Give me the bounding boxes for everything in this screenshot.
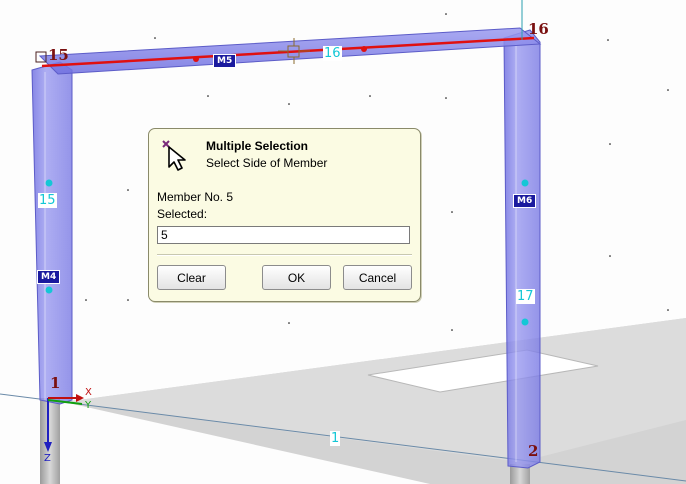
selection-cursor-icon (162, 140, 186, 171)
dialog-subtitle: Select Side of Member (206, 156, 328, 170)
clear-button[interactable]: Clear (157, 265, 226, 290)
number-label-17: 17 (516, 289, 535, 304)
axis-z-label: Z (44, 453, 51, 464)
node-label-16: 16 (528, 20, 549, 38)
member-m4[interactable] (31, 61, 73, 405)
dialog-title: Multiple Selection (206, 139, 309, 153)
node-dot (45, 179, 53, 187)
node-dot (521, 318, 529, 326)
multiple-selection-dialog: Multiple Selection Select Side of Member… (148, 128, 421, 302)
dialog-separator (157, 254, 412, 256)
cancel-button[interactable]: Cancel (343, 265, 412, 290)
node-label-15: 15 (48, 46, 69, 64)
axis-x-label: X (85, 387, 92, 398)
ok-button[interactable]: OK (262, 265, 331, 290)
axis-y-label: Y (85, 400, 92, 411)
member-label-m5[interactable]: M5 (213, 54, 237, 68)
number-label-15: 15 (38, 193, 57, 208)
selected-label: Selected: (157, 207, 208, 221)
member-label-m6[interactable]: M6 (513, 194, 537, 208)
member-m6[interactable] (503, 29, 541, 469)
node-dot (521, 179, 529, 187)
member-m5[interactable] (38, 27, 542, 75)
number-label-1: 1 (330, 431, 341, 446)
left-support (40, 398, 60, 484)
floor-slab (64, 318, 686, 484)
number-label-16: 16 (323, 46, 342, 61)
member-number-text: Member No. 5 (157, 190, 234, 204)
node-label-2: 2 (528, 442, 539, 460)
model-viewport[interactable]: 15 16 1 2 M5 M4 M6 16 15 17 1 X Y Z Mult… (0, 0, 686, 484)
member-label-m4[interactable]: M4 (37, 270, 61, 284)
node-label-1: 1 (50, 374, 61, 392)
selected-input[interactable] (157, 226, 410, 244)
node-dot (45, 286, 53, 294)
